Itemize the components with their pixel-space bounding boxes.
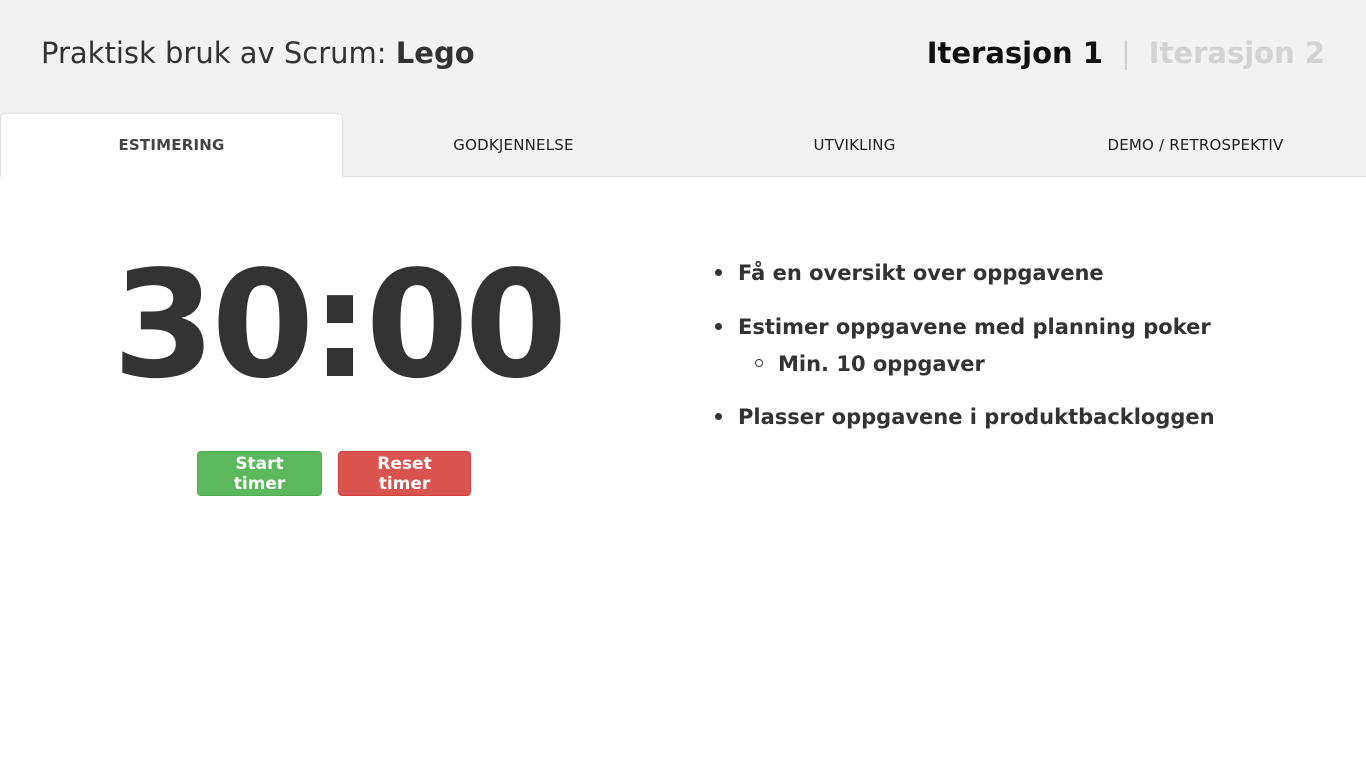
page-title-prefix: Praktisk bruk av Scrum: <box>41 36 396 70</box>
iteration-1-link[interactable]: Iterasjon 1 <box>927 36 1103 70</box>
phase-tabs: ESTIMERING GODKJENNELSE UTVIKLING DEMO /… <box>0 113 1366 177</box>
timer-controls: Start timer Reset timer <box>197 451 471 496</box>
page-title: Praktisk bruk av Scrum: Lego <box>41 36 475 70</box>
start-timer-button[interactable]: Start timer <box>197 451 322 496</box>
list-item: Estimer oppgavene med planning poker <box>715 306 1338 348</box>
list-item-text: Plasser oppgavene i produktbackloggen <box>738 405 1215 429</box>
list-item-text: Få en oversikt over oppgavene <box>738 261 1104 285</box>
tab-estimering[interactable]: ESTIMERING <box>0 113 343 177</box>
reset-timer-button[interactable]: Reset timer <box>338 451 471 496</box>
iteration-2-link[interactable]: Iterasjon 2 <box>1149 36 1325 70</box>
sub-list: Min. 10 oppgaver <box>738 344 1338 384</box>
iteration-separator: | <box>1120 36 1131 70</box>
task-list: Få en oversikt over oppgavene Estimer op… <box>715 252 1338 450</box>
header: Praktisk bruk av Scrum: Lego Iterasjon 1… <box>0 0 1366 177</box>
tab-godkjennelse[interactable]: GODKJENNELSE <box>343 113 684 176</box>
list-item: Plasser oppgavene i produktbackloggen <box>715 396 1338 438</box>
tab-utvikling[interactable]: UTVIKLING <box>684 113 1025 176</box>
timer-display: 30:00 <box>112 239 567 411</box>
sub-list-item: Min. 10 oppgaver <box>755 344 1338 384</box>
tab-demo-retrospektiv[interactable]: DEMO / RETROSPEKTIV <box>1025 113 1366 176</box>
iteration-switcher: Iterasjon 1 | Iterasjon 2 <box>927 36 1325 70</box>
sub-list-item-text: Min. 10 oppgaver <box>778 352 985 376</box>
list-item: Få en oversikt over oppgavene <box>715 252 1338 294</box>
list-item-text: Estimer oppgavene med planning poker <box>738 315 1211 339</box>
page-title-project: Lego <box>395 36 475 70</box>
